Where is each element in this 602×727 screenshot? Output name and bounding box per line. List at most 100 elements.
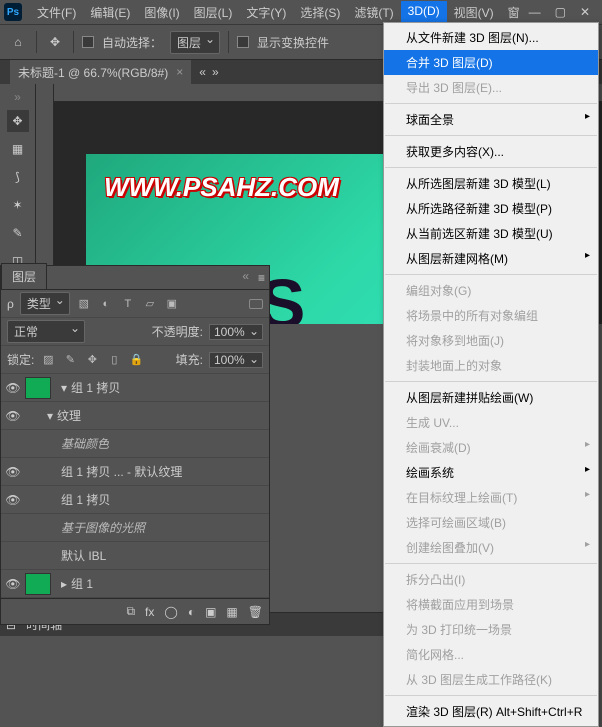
menu-item[interactable]: 合并 3D 图层(D)	[384, 50, 598, 75]
menu-编辑[interactable]: 编辑(E)	[83, 1, 137, 24]
visibility-icon[interactable]: 👁	[1, 493, 25, 507]
minimize-icon[interactable]: —	[529, 5, 541, 19]
menu-图层[interactable]: 图层(L)	[187, 1, 240, 24]
layer-fx-icon[interactable]: fx	[145, 605, 154, 619]
layer-list: 👁▾组 1 拷贝👁▾纹理基础颜色👁组 1 拷贝 ... - 默认纹理👁组 1 拷…	[1, 374, 269, 598]
menu-separator	[385, 695, 597, 696]
layer-item[interactable]: 基于图像的光照	[1, 514, 269, 542]
layer-label: 基于图像的光照	[61, 519, 145, 536]
toolbox-expand-icon[interactable]: »	[14, 90, 21, 104]
filter-type-icon[interactable]: T	[120, 297, 136, 311]
layer-label: 组 1 拷贝	[61, 491, 110, 508]
menu-item[interactable]: 绘画系统	[384, 460, 598, 485]
menu-item[interactable]: 渲染 3D 图层(R) Alt+Shift+Ctrl+R	[384, 699, 598, 724]
opacity-input[interactable]: 100%	[209, 324, 263, 340]
menu-item[interactable]: 从图层新建网格(M)	[384, 246, 598, 271]
menu-item[interactable]: 从当前选区新建 3D 模型(U)	[384, 221, 598, 246]
lock-artboard-icon[interactable]: ▯	[106, 353, 122, 367]
expand-arrow-icon[interactable]: ▸	[61, 577, 67, 591]
menu-item[interactable]: 从所选路径新建 3D 模型(P)	[384, 196, 598, 221]
menu-窗[interactable]: 窗	[501, 1, 527, 24]
visibility-icon[interactable]: 👁	[1, 409, 25, 423]
layer-item[interactable]: 默认 IBL	[1, 542, 269, 570]
auto-select-checkbox[interactable]	[82, 36, 94, 48]
menu-item: 选择可绘画区域(B)	[384, 510, 598, 535]
panel-menu-icon[interactable]: ≡	[258, 271, 265, 285]
layer-label: 默认 IBL	[61, 547, 106, 564]
menu-视图[interactable]: 视图(V)	[447, 1, 501, 24]
close-icon[interactable]: ✕	[580, 5, 590, 19]
layer-item[interactable]: 👁▾组 1 拷贝	[1, 374, 269, 402]
menu-选择[interactable]: 选择(S)	[293, 1, 347, 24]
menu-separator	[385, 563, 597, 564]
layer-mask-icon[interactable]: ◯	[164, 605, 177, 619]
lock-pixels-icon[interactable]: ▨	[40, 353, 56, 367]
menu-item[interactable]: 获取更多内容(X)...	[384, 139, 598, 164]
menu-图像[interactable]: 图像(I)	[137, 1, 186, 24]
move-tool[interactable]: ✥	[7, 110, 29, 132]
filter-smart-icon[interactable]: ▣	[164, 297, 180, 311]
filter-kind-dropdown[interactable]: 类型	[20, 292, 70, 315]
filter-toggle[interactable]	[249, 299, 263, 309]
nav-next-icon[interactable]: »	[212, 65, 219, 79]
expand-arrow-icon[interactable]: ▾	[61, 381, 67, 395]
layer-label: 组 1	[71, 575, 93, 592]
wand-tool[interactable]: ✶	[7, 194, 29, 216]
visibility-icon[interactable]: 👁	[1, 577, 25, 591]
delete-layer-icon[interactable]: 🗑	[248, 605, 263, 619]
menu-3d[interactable]: 3D(D)	[401, 1, 447, 24]
group-icon[interactable]: ▣	[205, 605, 216, 619]
menu-separator	[385, 274, 597, 275]
menu-滤镜[interactable]: 滤镜(T)	[347, 1, 400, 24]
menu-文件[interactable]: 文件(F)	[30, 1, 83, 24]
menu-item[interactable]: 从所选图层新建 3D 模型(L)	[384, 171, 598, 196]
lock-all-icon[interactable]: 🔒	[128, 353, 144, 367]
layer-label: 纹理	[57, 407, 81, 424]
menu-separator	[385, 103, 597, 104]
layer-item[interactable]: 👁组 1 拷贝 ... - 默认纹理	[1, 458, 269, 486]
menu-item[interactable]: 球面全景	[384, 107, 598, 132]
menu-item: 为 3D 打印统一场景	[384, 617, 598, 642]
menu-separator	[385, 135, 597, 136]
lock-brush-icon[interactable]: ✎	[62, 353, 78, 367]
fill-input[interactable]: 100%	[209, 352, 263, 368]
auto-select-label: 自动选择：	[102, 34, 162, 51]
document-tab[interactable]: 未标题-1 @ 66.7%(RGB/8#) ×	[10, 60, 191, 85]
close-tab-icon[interactable]: ×	[176, 65, 183, 79]
panel-tabs: 图层 « ≡	[1, 266, 269, 290]
layer-item[interactable]: 👁 ▸ 组 1	[1, 570, 269, 598]
menu-item: 简化网格...	[384, 642, 598, 667]
fill-label: 填充:	[176, 351, 203, 368]
tab-layers[interactable]: 图层	[1, 263, 47, 289]
visibility-icon[interactable]: 👁	[1, 381, 25, 395]
auto-select-target-dropdown[interactable]: 图层	[170, 31, 220, 54]
layer-item[interactable]: 基础颜色	[1, 430, 269, 458]
move-tool-icon[interactable]: ✥	[45, 32, 65, 52]
menu-文字[interactable]: 文字(Y)	[239, 1, 293, 24]
link-layers-icon[interactable]: ⧉	[126, 604, 135, 619]
home-icon[interactable]: ⌂	[8, 32, 28, 52]
marquee-tool[interactable]: ▦	[7, 138, 29, 160]
expand-arrow-icon[interactable]: ▾	[47, 409, 53, 423]
panel-collapse-icon[interactable]: «	[242, 269, 249, 283]
show-transform-checkbox[interactable]	[237, 36, 249, 48]
lasso-tool[interactable]: ⟆	[7, 166, 29, 188]
menu-separator	[385, 167, 597, 168]
filter-shape-icon[interactable]: ▱	[142, 297, 158, 311]
layer-item[interactable]: 👁 ▾ 纹理	[1, 402, 269, 430]
new-layer-icon[interactable]: ▦	[226, 605, 237, 619]
blend-mode-dropdown[interactable]: 正常	[7, 320, 85, 343]
lock-position-icon[interactable]: ✥	[84, 353, 100, 367]
maximize-icon[interactable]: ▢	[555, 5, 566, 19]
eyedropper-tool[interactable]: ✎	[7, 222, 29, 244]
nav-prev-icon[interactable]: «	[199, 65, 206, 79]
menu-item[interactable]: 从图层新建拼贴绘画(W)	[384, 385, 598, 410]
filter-pixel-icon[interactable]: ▧	[76, 297, 92, 311]
menu-item: 将横截面应用到场景	[384, 592, 598, 617]
visibility-icon[interactable]: 👁	[1, 465, 25, 479]
layer-item[interactable]: 👁 组 1 拷贝	[1, 486, 269, 514]
watermark-text: WWW.PSAHZ.COM	[104, 172, 339, 203]
filter-adjust-icon[interactable]: ◐	[98, 297, 114, 311]
adjustment-layer-icon[interactable]: ◐	[188, 605, 195, 619]
menu-item[interactable]: 从文件新建 3D 图层(N)...	[384, 25, 598, 50]
